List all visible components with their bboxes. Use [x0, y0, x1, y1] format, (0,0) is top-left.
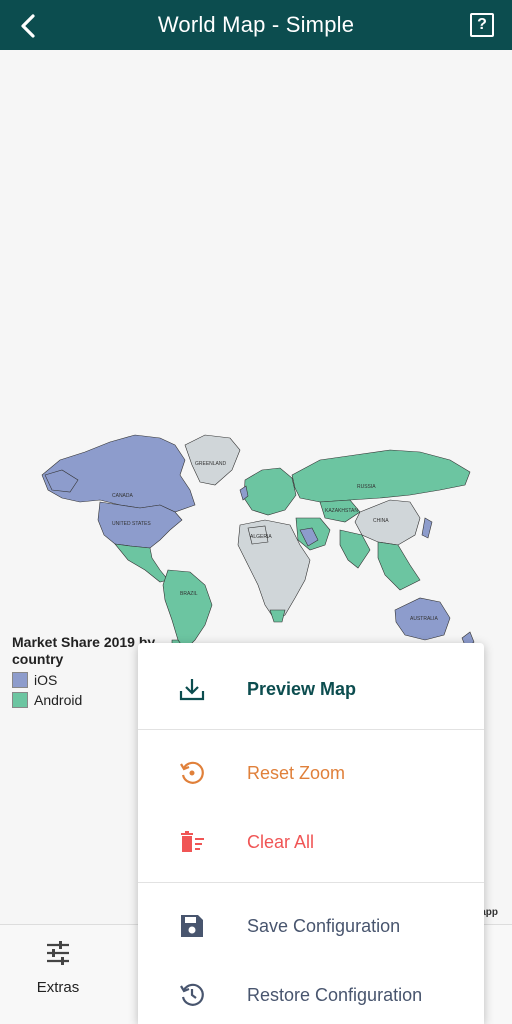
extras-button[interactable]: Extras [22, 941, 94, 1011]
menu-item-preview-map[interactable]: Preview Map [138, 658, 484, 720]
question-box-icon: ? [477, 16, 487, 33]
page-title: World Map - Simple [157, 12, 355, 37]
menu-item-restore-configuration[interactable]: Restore Configuration [138, 964, 484, 1024]
legend-swatch-android [12, 692, 28, 708]
region-europe[interactable] [243, 467, 297, 516]
label-canada: CANADA [112, 493, 134, 499]
country-mexico[interactable] [114, 543, 169, 583]
menu-item-reset-zoom[interactable]: Reset Zoom [138, 742, 484, 804]
country-south-africa[interactable] [269, 609, 286, 623]
menu-label-save-configuration: Save Configuration [247, 915, 401, 936]
label-algeria: ALGERIA [250, 534, 272, 540]
legend-swatch-ios [12, 672, 28, 688]
floppy-disk-icon [178, 912, 206, 940]
menu-divider [138, 729, 484, 730]
reset-zoom-icon [178, 759, 206, 787]
extras-label: Extras [36, 979, 80, 996]
legend-label-ios: iOS [34, 672, 58, 688]
help-button[interactable]: ? [470, 13, 494, 37]
menu-label-preview-map: Preview Map [247, 678, 357, 699]
region-se-asia[interactable] [377, 541, 421, 591]
actions-menu: Preview Map Reset Zoom Clear All Save Co… [138, 643, 484, 1024]
menu-label-reset-zoom: Reset Zoom [247, 762, 346, 783]
download-icon [178, 675, 206, 703]
app-bar: World Map - Simple ? [0, 0, 512, 50]
legend-label-android: Android [34, 692, 83, 708]
label-kazakhstan: KAZAKHSTAN [325, 508, 358, 514]
menu-label-clear-all: Clear All [247, 831, 315, 852]
history-icon [178, 981, 206, 1009]
label-usa: UNITED STATES [112, 521, 151, 527]
back-button[interactable] [14, 12, 42, 40]
label-brazil: BRAZIL [180, 591, 198, 597]
country-russia[interactable] [291, 449, 471, 503]
trash-list-icon [178, 828, 206, 856]
label-greenland: GREENLAND [195, 461, 227, 467]
menu-divider [138, 882, 484, 883]
label-russia: RUSSIA [357, 484, 376, 490]
menu-label-restore-configuration: Restore Configuration [247, 984, 423, 1005]
label-china: CHINA [373, 518, 389, 524]
menu-item-save-configuration[interactable]: Save Configuration [138, 895, 484, 957]
label-australia: AUSTRALIA [410, 616, 438, 622]
chevron-left-icon [21, 14, 35, 38]
country-greenland[interactable] [184, 434, 241, 486]
country-japan[interactable] [421, 517, 433, 539]
sliders-icon [47, 941, 69, 965]
menu-item-clear-all[interactable]: Clear All [138, 811, 484, 873]
